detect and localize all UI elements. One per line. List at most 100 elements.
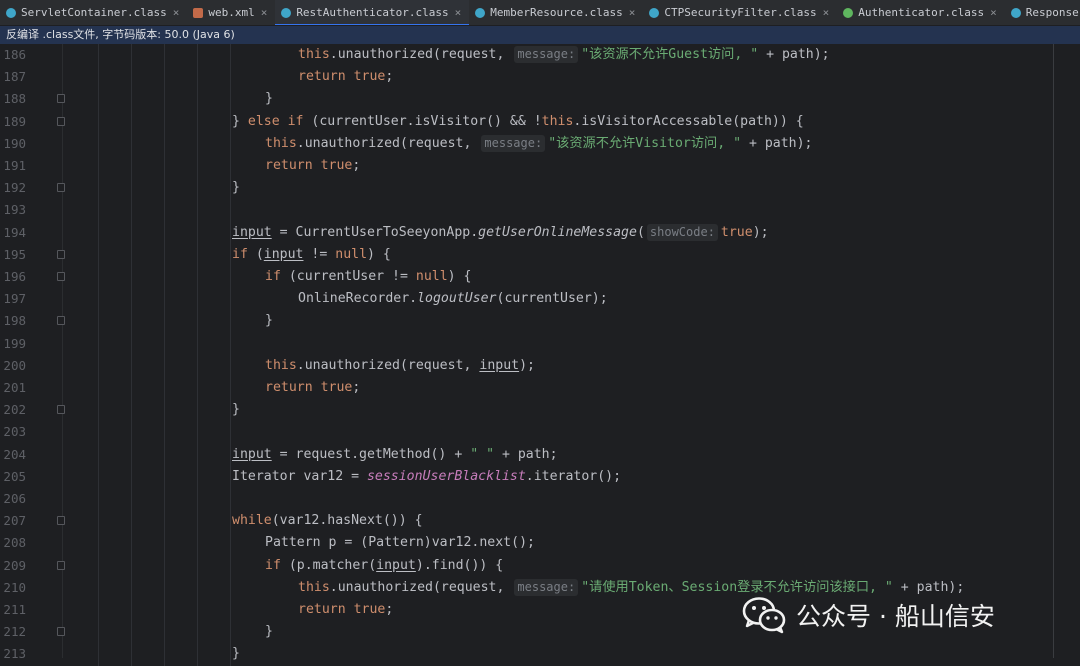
code-line[interactable]: 194 input = CurrentUserToSeeyonApp.getUse…: [0, 221, 1050, 245]
tab-authenticator-class[interactable]: Authenticator.class ×: [837, 0, 1004, 25]
code-line[interactable]: 199: [0, 332, 1050, 356]
indent-guide: [98, 532, 99, 556]
line-number: 190: [3, 135, 26, 151]
indent-guide: [230, 155, 231, 178]
code-line[interactable]: 187 return true;: [0, 66, 1050, 90]
indent-guide: [131, 221, 132, 245]
code-line[interactable]: 204 input = request.getMethod() + " " + p…: [0, 443, 1050, 467]
code-line[interactable]: 195 if (input != null) {: [0, 243, 1050, 267]
code-line[interactable]: 198}: [0, 310, 1050, 334]
watermark: 公众号 · 船山信安: [740, 592, 995, 638]
line-number: 197: [3, 291, 26, 307]
code-line[interactable]: 209 if (p.matcher(input).find()) {: [0, 554, 1050, 578]
fold-toggle-icon[interactable]: [57, 516, 65, 526]
code-line[interactable]: 191 return true;: [0, 155, 1050, 178]
indent-guide: [164, 221, 165, 245]
indent-guide: [164, 510, 165, 534]
indent-guide: [197, 377, 198, 400]
code-text: Iterator var12 = sessionUserBlacklist.it…: [232, 468, 622, 484]
code-line[interactable]: 196 if (currentUser != null) {: [0, 266, 1050, 289]
decompiled-info-banner: 反编译 .class文件, 字节码版本: 50.0 (Java 6): [0, 26, 1080, 44]
indent-guide: [131, 88, 132, 112]
indent-guide: [131, 443, 132, 467]
code-line[interactable]: 197 OnlineRecorder.logoutUser(currentUser…: [0, 288, 1050, 312]
indent-guide: [197, 443, 198, 467]
code-line[interactable]: 200 this.unauthorized(request, input);: [0, 354, 1050, 378]
code-line[interactable]: 201 return true;: [0, 377, 1050, 400]
code-text: if (p.matcher(input).find()) {: [265, 557, 504, 573]
tab-responsefilter-class[interactable]: ResponseFilter.class×: [1005, 0, 1080, 25]
indent-guide: [164, 621, 165, 645]
line-number: 196: [3, 269, 26, 284]
code-line[interactable]: 205 Iterator var12 = sessionUserBlacklist…: [0, 465, 1050, 489]
indent-guide: [98, 332, 99, 356]
fold-toggle-icon[interactable]: [57, 94, 65, 104]
close-icon[interactable]: ×: [629, 6, 636, 19]
code-line[interactable]: 207 while(var12.hasNext()) {: [0, 510, 1050, 534]
code-line[interactable]: 203: [0, 421, 1050, 445]
code-line[interactable]: 208 Pattern p = (Pattern)var12.next();: [0, 532, 1050, 556]
indent-guide: [197, 354, 198, 378]
code-line[interactable]: 192}: [0, 177, 1050, 201]
indent-guide: [164, 132, 165, 156]
indent-guide: [131, 310, 132, 334]
indent-guide: [98, 554, 99, 578]
fold-toggle-icon[interactable]: [57, 627, 65, 637]
fold-toggle-icon[interactable]: [57, 272, 65, 281]
indent-guide: [164, 354, 165, 378]
indent-guide: [230, 354, 231, 378]
tab-web-xml[interactable]: web.xml ×: [187, 0, 275, 25]
fold-toggle-icon[interactable]: [57, 116, 65, 126]
tab-servletcontainer-class[interactable]: ServletContainer.class ×: [0, 0, 187, 25]
vertical-scrollbar[interactable]: [1066, 44, 1080, 658]
close-icon[interactable]: ×: [823, 6, 830, 19]
tab-restauthenticator-class[interactable]: RestAuthenticator.class ×: [275, 0, 470, 25]
code-text: }: [265, 91, 273, 107]
fold-toggle-icon[interactable]: [57, 560, 65, 570]
code-text: while(var12.hasNext()) {: [232, 513, 423, 529]
code-line[interactable]: 202}: [0, 399, 1050, 423]
indent-guide: [230, 554, 231, 578]
indent-guide: [164, 488, 165, 511]
code-line[interactable]: 190 this.unauthorized(request, message: "该…: [0, 132, 1050, 156]
fold-toggle-icon[interactable]: [57, 405, 65, 415]
indent-guide: [197, 332, 198, 356]
code-line[interactable]: 193: [0, 199, 1050, 223]
fold-toggle-icon[interactable]: [57, 316, 65, 326]
code-line[interactable]: 189} else if (currentUser.isVisitor() &&…: [0, 110, 1050, 134]
code-line[interactable]: 206: [0, 488, 1050, 511]
code-text: return true;: [265, 380, 361, 395]
tab-memberresource-class[interactable]: MemberResource.class ×: [469, 0, 643, 25]
indent-guide: [98, 243, 99, 267]
code-line[interactable]: 213}: [0, 643, 1050, 666]
code-text: }: [265, 313, 273, 329]
indent-guide: [164, 377, 165, 400]
class-file-icon: [281, 7, 292, 18]
fold-toggle-icon[interactable]: [57, 249, 65, 259]
indent-guide: [131, 199, 132, 223]
indent-guide: [98, 576, 99, 600]
line-number: 192: [3, 180, 26, 196]
tab-label: ResponseFilter.class: [1025, 6, 1080, 19]
close-icon[interactable]: ×: [455, 6, 462, 19]
indent-guide: [98, 421, 99, 445]
line-number: 195: [3, 246, 26, 262]
close-icon[interactable]: ×: [261, 6, 268, 19]
code-text: Pattern p = (Pattern)var12.next();: [265, 535, 535, 551]
indent-guide: [98, 443, 99, 467]
code-line[interactable]: 186 this.unauthorized(request, message: "该…: [0, 44, 1050, 67]
indent-guide: [131, 177, 132, 201]
indent-guide: [197, 88, 198, 112]
indent-guide: [98, 177, 99, 201]
indent-guide: [164, 532, 165, 556]
tab-ctpsecurityfilter-class[interactable]: CTPSecurityFilter.class ×: [643, 0, 837, 25]
code-editor[interactable]: 186 this.unauthorized(request, message: "该…: [0, 44, 1080, 666]
indent-guide: [197, 643, 198, 666]
fold-toggle-icon[interactable]: [57, 183, 65, 193]
close-icon[interactable]: ×: [173, 6, 180, 19]
code-line[interactable]: 188}: [0, 88, 1050, 112]
indent-guide: [98, 399, 99, 423]
close-icon[interactable]: ×: [990, 6, 997, 19]
indent-guide: [164, 421, 165, 445]
indent-guide: [98, 354, 99, 378]
